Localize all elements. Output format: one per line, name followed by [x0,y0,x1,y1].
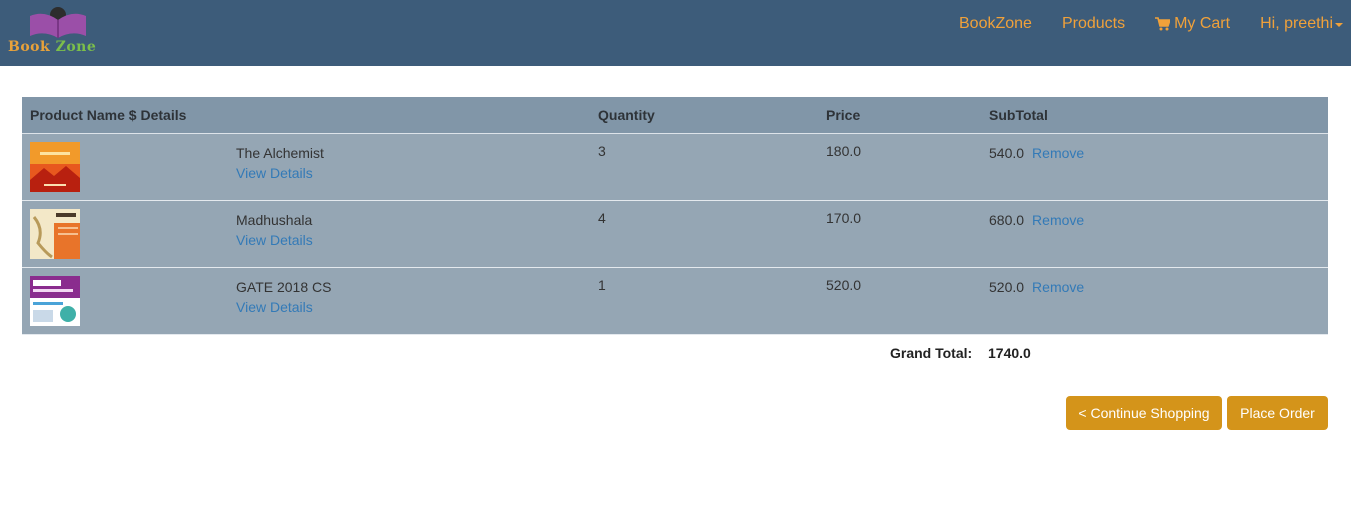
subtotal-value: 520.0 [989,279,1025,295]
alchemist-cover-image[interactable] [30,142,80,192]
subtotal-cell: 680.0 Remove [981,200,1328,268]
caret-down-icon [1335,23,1343,27]
subtotal-cell: 540.0 Remove [981,133,1328,201]
remove-link[interactable]: Remove [1032,212,1084,228]
product-info-cell: Madhushala View Details [228,200,590,268]
product-name: The Alchemist [236,145,324,161]
nav-my-cart-label: My Cart [1174,15,1231,32]
column-header-product: Product Name $ Details [22,97,590,134]
price-value: 520.0 [818,267,981,335]
quantity-value: 3 [590,133,818,201]
grand-total-value: 1740.0 [988,345,1031,361]
product-name: GATE 2018 CS [236,279,332,295]
nav-bookzone-link[interactable]: BookZone [959,15,1032,33]
view-details-link[interactable]: View Details [236,163,582,183]
column-header-quantity: Quantity [590,97,818,134]
continue-shopping-button[interactable]: < Continue Shopping [1066,396,1222,430]
logo-word-zone: Zone [55,39,97,55]
madhushala-cover-image[interactable] [30,209,80,259]
table-row: Madhushala View Details 4 170.0 680.0 Rem… [22,200,1328,268]
remove-link[interactable]: Remove [1032,279,1084,295]
column-header-subtotal: SubTotal [981,97,1328,134]
view-details-link[interactable]: View Details [236,297,582,317]
nav-links: BookZone Products My Cart Hi, preethi [929,0,1343,48]
column-header-price: Price [818,97,981,134]
quantity-value: 4 [590,200,818,268]
user-greeting-label: Hi, preethi [1260,15,1333,32]
nav-products-label: Products [1061,15,1126,32]
logo-text: Book Zone [8,39,96,55]
grand-total-label: Grand Total: [890,345,973,361]
nav-products-link[interactable]: Products [1062,15,1125,33]
gate-cover-image[interactable] [30,276,80,326]
table-row: GATE 2018 CS View Details 1 520.0 520.0 R… [22,267,1328,335]
subtotal-cell: 520.0 Remove [981,267,1328,335]
cart-table: Product Name $ Details Quantity Price Su… [22,97,1328,335]
product-thumbnail-cell [22,267,228,335]
quantity-value: 1 [590,267,818,335]
place-order-button[interactable]: Place Order [1227,396,1328,430]
product-info-cell: GATE 2018 CS View Details [228,267,590,335]
product-name: Madhushala [236,212,313,228]
price-value: 170.0 [818,200,981,268]
logo-word-book: Book [8,39,51,55]
product-thumbnail-cell [22,200,228,268]
bookzone-logo[interactable]: Book Zone [6,6,110,58]
remove-link[interactable]: Remove [1032,145,1084,161]
product-info-cell: The Alchemist View Details [228,133,590,201]
nav-my-cart-link[interactable]: My Cart [1155,15,1230,33]
table-row: The Alchemist View Details 3 180.0 540.0… [22,133,1328,201]
subtotal-value: 540.0 [989,145,1025,161]
price-value: 180.0 [818,133,981,201]
nav-bookzone-label: BookZone [959,15,1032,32]
view-details-link[interactable]: View Details [236,230,582,250]
shopping-cart-icon [1155,17,1171,31]
user-menu-dropdown[interactable]: Hi, preethi [1260,15,1343,33]
open-book-icon [30,7,86,38]
cart-table-header: Product Name $ Details Quantity Price Su… [22,97,1328,134]
top-navbar: Book Zone BookZone Products My Cart Hi, … [0,0,1351,66]
product-thumbnail-cell [22,133,228,201]
subtotal-value: 680.0 [989,212,1025,228]
